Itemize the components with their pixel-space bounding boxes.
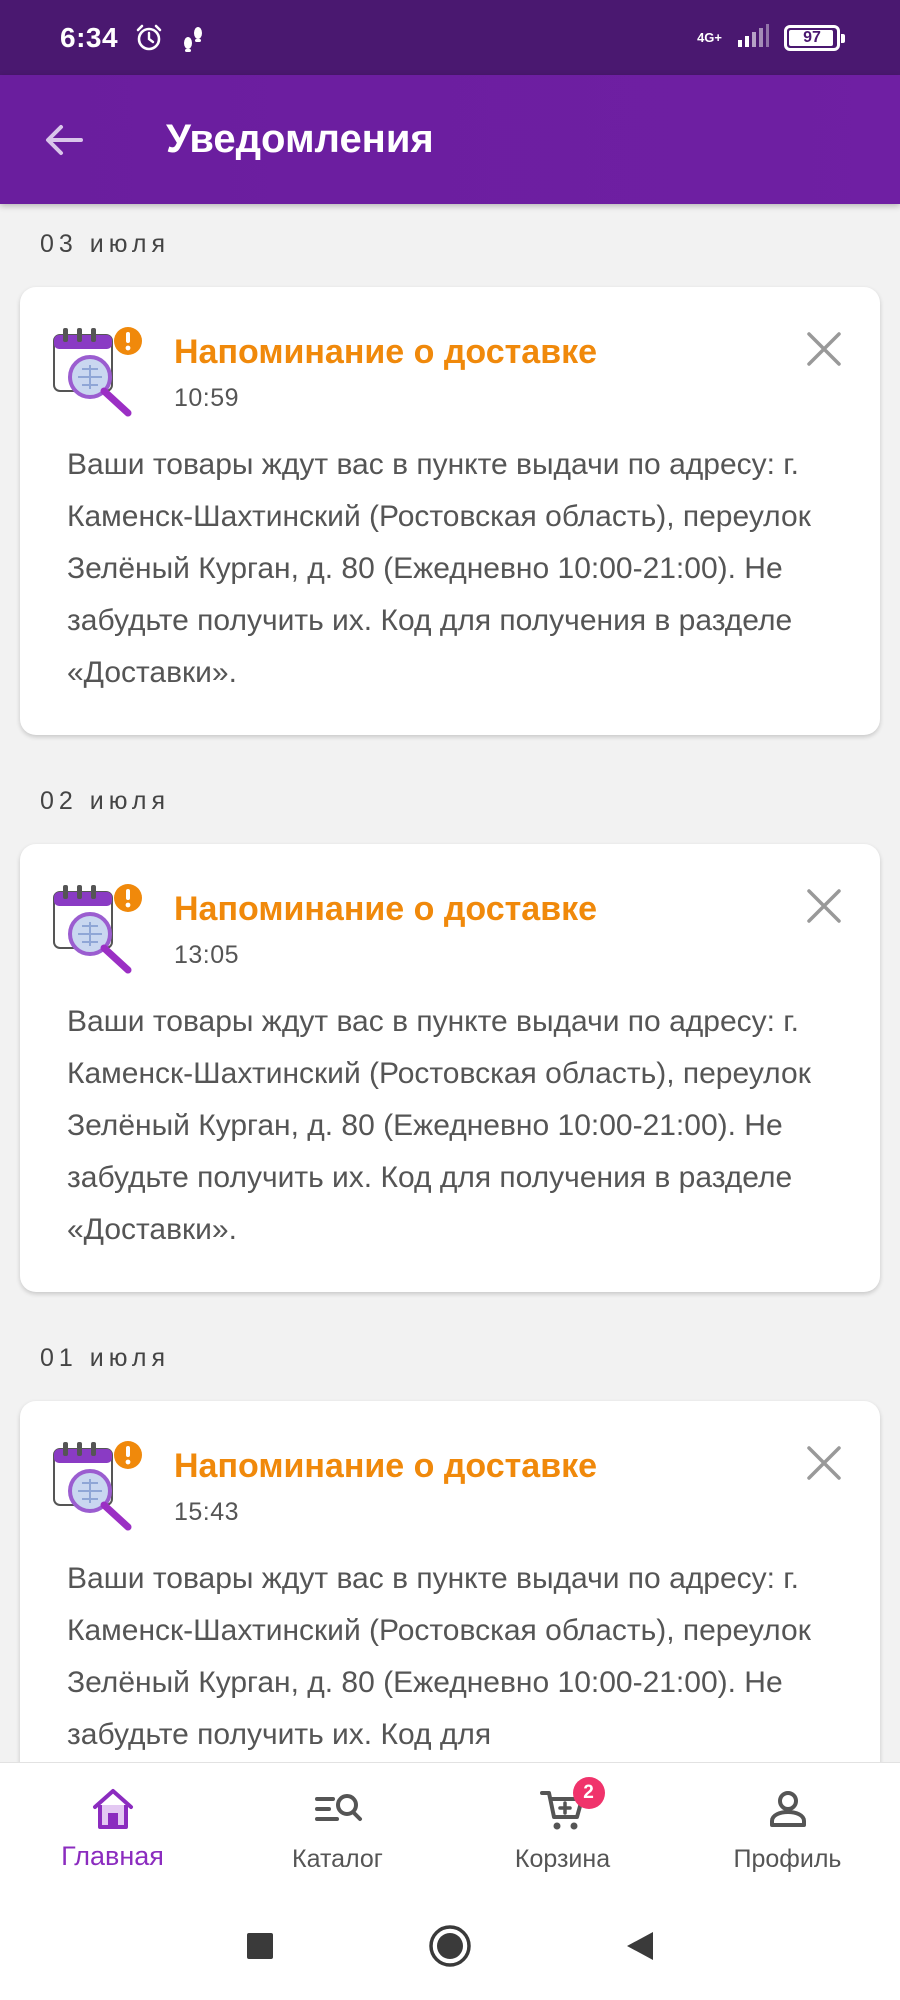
battery-icon: 97 [784, 24, 845, 51]
notification-card[interactable]: Напоминание о доставке 10:59 Ваши товары… [20, 287, 880, 735]
notification-card[interactable]: Напоминание о доставке 13:05 Ваши товары… [20, 844, 880, 1292]
close-button[interactable] [798, 323, 850, 375]
notifications-list[interactable]: 03 июля Напоминание о доставке 10:59 Ваш… [0, 204, 900, 1762]
notification-time: 13:05 [174, 941, 240, 969]
close-button[interactable] [798, 1437, 850, 1489]
page-title: Уведомления [166, 117, 434, 161]
status-time: 6:34 [60, 21, 119, 53]
notification-body: Ваши товары ждут вас в пункте выдачи по … [67, 1562, 811, 1751]
status-bar: 6:34 4G+ 97 [0, 0, 900, 75]
signal-icon [736, 22, 770, 53]
nav-label: Каталог [292, 1845, 383, 1873]
home-system-button[interactable] [420, 1916, 480, 1976]
nav-item-cart[interactable]: 2 Корзина [450, 1763, 675, 1891]
nav-label: Корзина [514, 1845, 611, 1873]
catalog-search-icon [312, 1783, 364, 1835]
arrow-left-icon [46, 124, 83, 155]
bottom-nav: Главная Каталог 2 Корзина Профиль [0, 1762, 900, 1891]
back-triangle-icon [627, 1931, 653, 1960]
notification-body: Ваши товары ждут вас в пункте выдачи по … [67, 448, 811, 689]
battery-level: 97 [803, 28, 821, 46]
profile-icon [762, 1783, 814, 1835]
nav-label: Профиль [733, 1845, 842, 1873]
notification-card[interactable]: Напоминание о доставке 15:43 Ваши товары… [20, 1401, 880, 1762]
footsteps-icon [180, 23, 206, 53]
home-icon [87, 1783, 139, 1835]
recents-square-icon [247, 1932, 273, 1959]
back-system-button[interactable] [610, 1916, 670, 1976]
calendar-search-icon [48, 323, 144, 419]
notification-title: Напоминание о доставке [174, 890, 598, 928]
calendar-search-icon [48, 1437, 144, 1533]
date-header: 01 июля [40, 1344, 171, 1372]
cart-badge: 2 [572, 1777, 605, 1809]
notification-body: Ваши товары ждут вас в пункте выдачи по … [67, 1005, 811, 1246]
close-icon [807, 332, 841, 366]
home-circle-icon [429, 1924, 471, 1967]
nav-item-catalog[interactable]: Каталог [225, 1763, 450, 1891]
date-header: 02 июля [40, 787, 171, 815]
alarm-icon [134, 23, 164, 53]
date-header: 03 июля [40, 230, 171, 258]
back-button[interactable] [24, 100, 104, 180]
notification-title: Напоминание о доставке [174, 333, 598, 371]
close-button[interactable] [798, 880, 850, 932]
nav-item-profile[interactable]: Профиль [675, 1763, 900, 1891]
nav-label: Главная [61, 1841, 164, 1871]
notification-time: 10:59 [174, 384, 240, 412]
recents-button[interactable] [230, 1916, 290, 1976]
calendar-search-icon [48, 880, 144, 976]
notification-title: Напоминание о доставке [174, 1447, 598, 1485]
notification-time: 15:43 [174, 1498, 240, 1526]
close-icon [807, 1446, 841, 1480]
network-type: 4G+ [697, 30, 722, 45]
nav-item-home[interactable]: Главная [0, 1763, 225, 1891]
app-bar: Уведомления [0, 75, 900, 204]
close-icon [807, 889, 841, 923]
cart-icon: 2 [537, 1777, 605, 1835]
system-nav [0, 1891, 900, 2000]
